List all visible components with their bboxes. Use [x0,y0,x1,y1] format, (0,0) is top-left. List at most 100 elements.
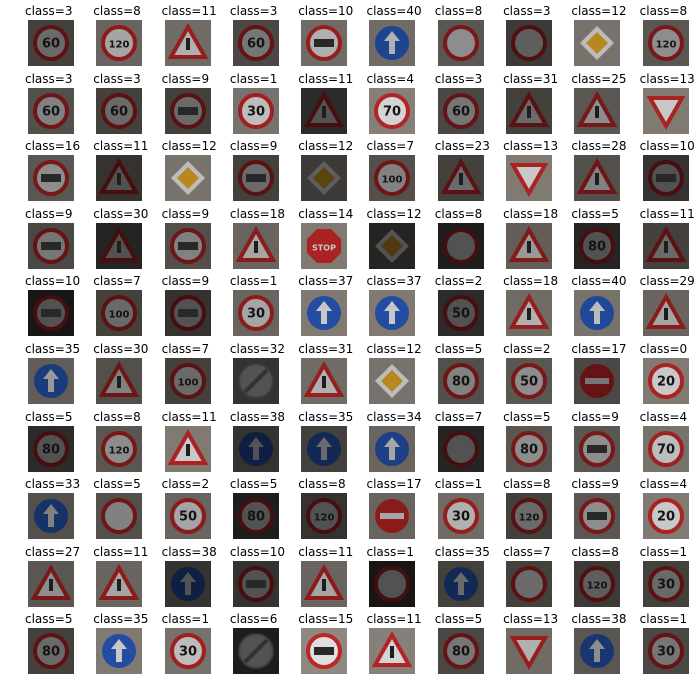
sign-image [301,560,348,607]
sign-text: 80 [42,442,60,457]
sign-thumbnail [506,222,553,269]
sign-image [506,87,553,134]
class-label: class=3 [25,71,73,86]
sign-thumbnail [369,425,416,472]
sign-thumbnail [164,560,211,607]
sign-thumbnail: 80 [28,425,74,472]
sign-thumbnail [369,628,416,675]
class-label: class=7 [503,544,551,559]
sign-thumbnail [301,560,348,607]
sign-thumbnail: 80 [28,628,74,675]
sign-image [28,493,74,540]
sign-thumbnail [96,560,143,607]
class-label: class=37 [298,274,354,289]
sign-image [574,425,621,472]
grid-cell: class=13 [640,72,698,140]
grid-cell: class=35 [25,342,93,410]
class-label: class=12 [298,139,354,154]
grid-cell: class=5 80 [25,612,93,680]
class-label: class=5 [571,206,619,221]
grid-cell: class=7 100 [93,274,161,342]
sign-image [369,425,416,472]
class-label: class=11 [93,544,149,559]
sign-text: 120 [314,513,335,524]
sign-thumbnail [164,425,211,472]
class-label: class=5 [434,612,483,627]
sign-image [28,290,74,337]
grid-cell: class=1 30 [435,477,503,545]
sign-text: 60 [42,37,60,52]
sign-image [232,425,279,472]
class-label: class=9 [161,274,210,289]
grid-cell: class=2 50 [503,342,571,410]
sign-image [232,560,279,607]
class-label: class=34 [366,409,422,424]
sign-thumbnail [369,20,416,66]
sign-image [506,222,553,269]
class-label: class=35 [93,612,149,627]
class-label: class=3 [434,71,483,86]
sign-image [437,20,484,66]
grid-cell: class=2 50 [162,477,230,545]
sign-thumbnail [574,628,621,675]
class-label: class=1 [366,544,414,559]
grid-cell: class=10 [298,4,366,72]
grid-cell: class=1 [366,545,434,613]
sign-image: 80 [28,628,74,675]
class-label: class=3 [93,71,141,86]
sign-image [642,222,689,269]
grid-cell: class=35 [298,410,366,478]
class-label: class=13 [503,139,559,154]
sign-thumbnail: 60 [28,87,74,134]
class-label: class=28 [571,139,627,154]
class-label: class=18 [229,206,286,221]
sign-thumbnail: 60 [28,20,74,66]
grid-cell: class=3 60 [25,4,93,72]
sign-thumbnail: 30 [642,560,689,607]
sign-image: 60 [96,87,143,134]
sign-thumbnail [301,20,348,66]
sign-image: 30 [642,560,689,607]
sign-thumbnail [164,290,211,337]
sign-thumbnail [232,560,279,607]
sign-image: 120 [574,560,621,607]
sign-text: 80 [588,239,606,254]
class-label: class=9 [571,409,619,424]
sign-thumbnail: 100 [164,357,211,404]
sign-text: 60 [42,104,60,119]
sign-thumbnail: 80 [232,493,279,540]
grid-cell: class=13 [503,139,571,207]
sign-image [232,628,279,675]
sign-thumbnail [506,87,553,134]
sign-thumbnail [232,628,279,675]
sign-thumbnail: 50 [506,357,553,404]
class-label: class=4 [639,477,688,492]
sign-thumbnail [574,357,621,404]
class-label: class=38 [161,544,217,559]
sign-image: 60 [28,20,74,66]
class-label: class=7 [161,341,210,356]
sign-image [369,20,416,66]
class-label: class=12 [366,341,422,356]
class-label: class=1 [229,274,278,289]
sign-image: 100 [369,155,416,202]
sign-text: 30 [452,510,470,525]
sign-text: 80 [520,442,538,457]
class-label: class=0 [639,341,688,356]
sign-image [164,20,211,66]
grid-cell: class=35 [435,545,503,613]
class-label: class=40 [571,274,627,289]
sign-thumbnail [232,425,279,472]
grid-cell: class=4 70 [640,410,698,478]
grid-cell: class=5 80 [435,342,503,410]
grid-cell: class=38 [571,612,639,680]
class-label: class=3 [503,4,551,18]
class-label: class=23 [434,139,490,154]
grid-cell: class=5 80 [25,410,93,478]
sign-thumbnail [232,357,279,404]
grid-cell: class=31 [503,72,571,140]
sign-thumbnail [574,290,621,337]
class-label: class=5 [229,477,278,492]
class-label: class=31 [503,71,559,86]
class-label: class=5 [25,612,73,627]
